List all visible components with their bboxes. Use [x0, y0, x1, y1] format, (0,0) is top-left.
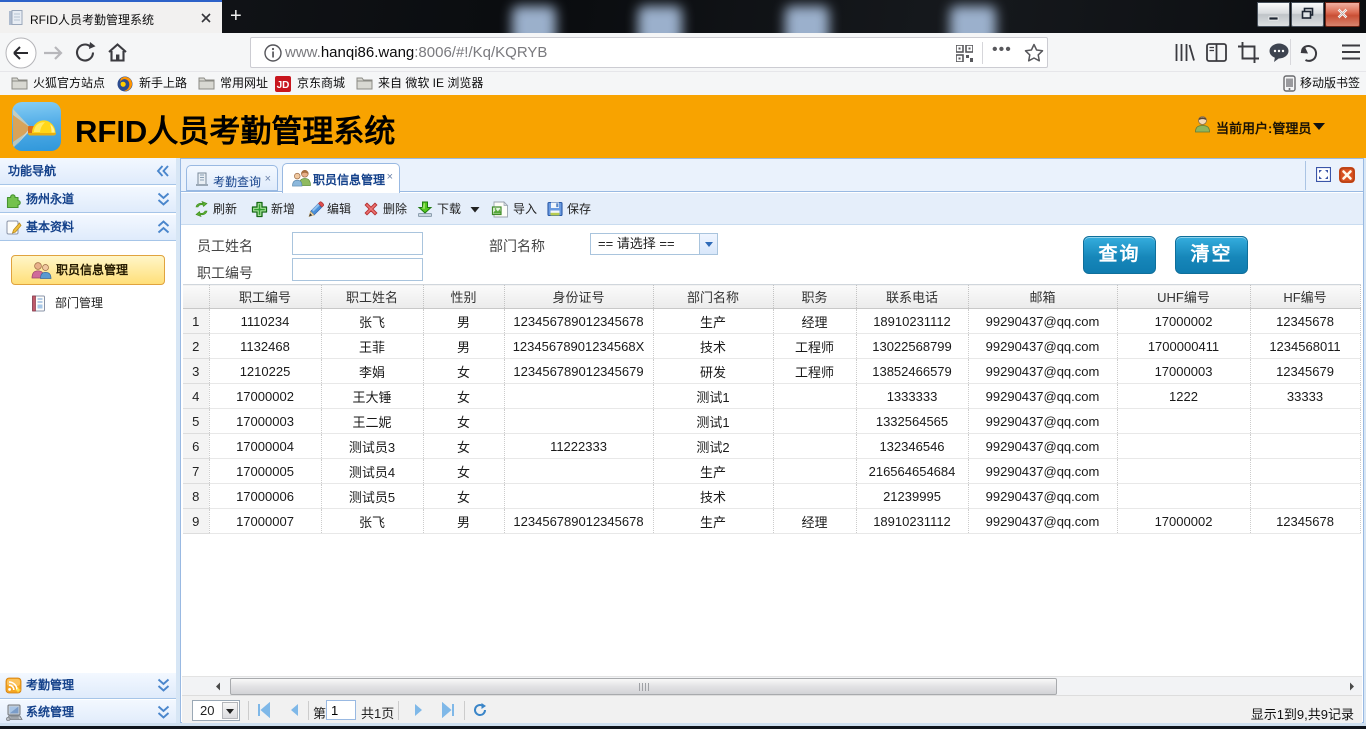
- svg-text:JD: JD: [277, 80, 290, 91]
